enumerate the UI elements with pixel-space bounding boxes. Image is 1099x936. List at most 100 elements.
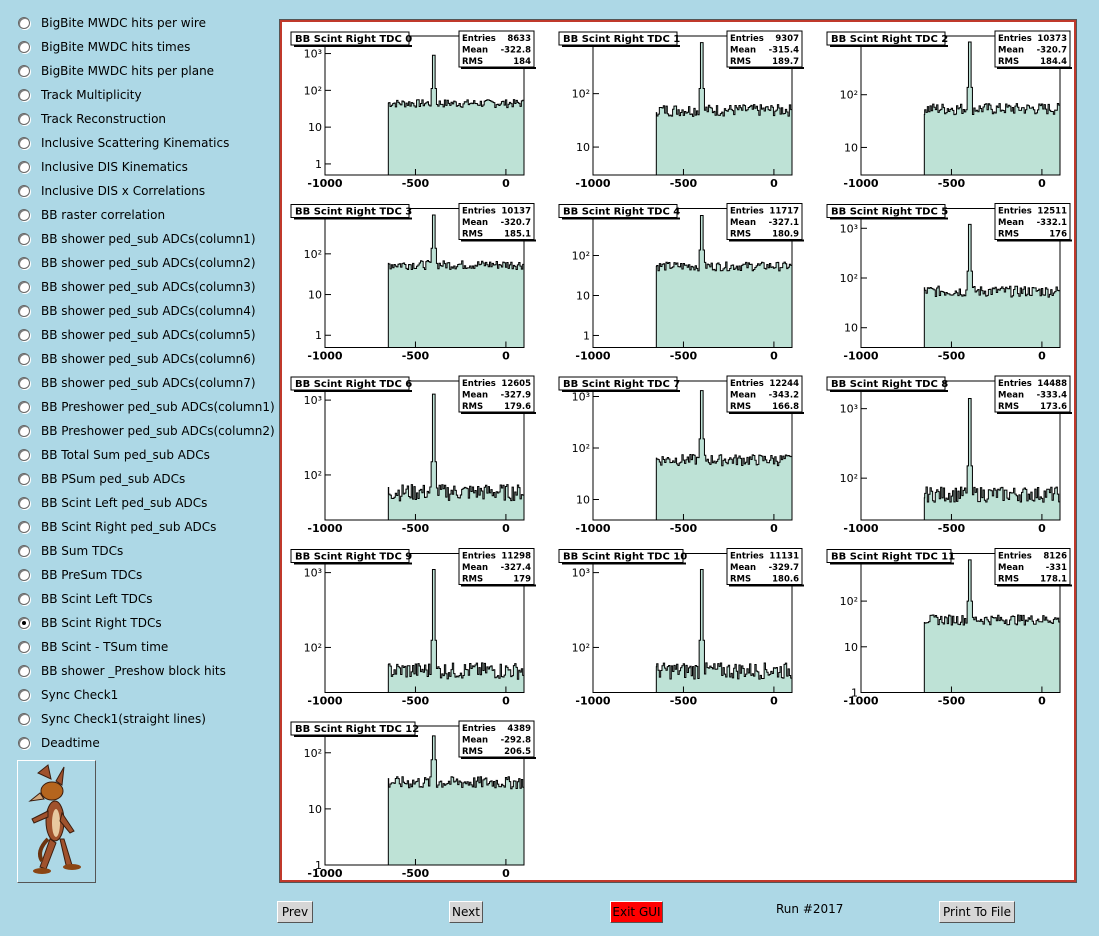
radio-button[interactable]: [18, 425, 30, 437]
display-option-9[interactable]: BB shower ped_sub ADCs(column1): [15, 227, 277, 251]
x-tick-label: -500: [670, 695, 698, 708]
x-tick-label: -500: [402, 695, 430, 708]
stats-value: 14488: [1037, 379, 1067, 389]
radio-button[interactable]: [18, 209, 30, 221]
y-tick-label: 1: [315, 158, 322, 171]
stats-key: Entries: [462, 724, 496, 734]
radio-button[interactable]: [18, 161, 30, 173]
stats-box-shadow: [461, 412, 536, 414]
radio-button[interactable]: [18, 521, 30, 533]
display-option-15[interactable]: BB shower ped_sub ADCs(column7): [15, 371, 277, 395]
display-option-16[interactable]: BB Preshower ped_sub ADCs(column1): [15, 395, 277, 419]
stats-value: 180.6: [772, 575, 799, 585]
radio-button[interactable]: [18, 233, 30, 245]
radio-button[interactable]: [18, 17, 30, 29]
x-tick-label: -1000: [843, 522, 879, 535]
exit-gui-button[interactable]: Exit GUI: [610, 901, 663, 923]
radio-button[interactable]: [18, 569, 30, 581]
radio-button[interactable]: [18, 473, 30, 485]
radio-button[interactable]: [18, 89, 30, 101]
display-option-13[interactable]: BB shower ped_sub ADCs(column5): [15, 323, 277, 347]
display-option-19[interactable]: BB PSum ped_sub ADCs: [15, 467, 277, 491]
display-option-11[interactable]: BB shower ped_sub ADCs(column3): [15, 275, 277, 299]
display-option-0[interactable]: BigBite MWDC hits per wire: [15, 11, 277, 35]
histogram-fill: [924, 398, 1060, 520]
radio-button[interactable]: [18, 329, 30, 341]
display-option-6[interactable]: Inclusive DIS Kinematics: [15, 155, 277, 179]
display-option-label: BB Total Sum ped_sub ADCs: [41, 448, 210, 462]
next-button[interactable]: Next: [449, 901, 483, 923]
display-option-label: BB shower ped_sub ADCs(column6): [41, 352, 256, 366]
x-tick-label: -500: [670, 522, 698, 535]
display-option-20[interactable]: BB Scint Left ped_sub ADCs: [15, 491, 277, 515]
display-option-label: BB shower ped_sub ADCs(column3): [41, 280, 256, 294]
y-tick-label: 1: [315, 329, 322, 342]
stats-value: 189.7: [772, 57, 799, 67]
display-option-26[interactable]: BB Scint - TSum time: [15, 635, 277, 659]
stats-key: Entries: [730, 379, 764, 389]
radio-button[interactable]: [18, 401, 30, 413]
radio-button[interactable]: [18, 737, 30, 749]
radio-button[interactable]: [18, 305, 30, 317]
stats-box-shadow: [461, 239, 536, 242]
radio-button[interactable]: [18, 689, 30, 701]
histogram-title: BB Scint Right TDC 4: [563, 207, 680, 218]
radio-button[interactable]: [18, 41, 30, 53]
histogram-panel: -1000 -500 0 10 10² 10³BB Scint Right TDC 7 En…: [558, 375, 804, 535]
radio-button[interactable]: [18, 449, 30, 461]
y-tick-label: 10²: [840, 472, 858, 485]
stats-key: RMS: [730, 57, 751, 67]
display-option-4[interactable]: Track Reconstruction: [15, 107, 277, 131]
display-option-label: Inclusive DIS x Correlations: [41, 184, 206, 198]
display-option-27[interactable]: BB shower _Preshow block hits: [15, 659, 277, 683]
radio-button[interactable]: [18, 257, 30, 269]
display-option-label: Track Reconstruction: [41, 112, 167, 126]
display-option-30[interactable]: Deadtime: [15, 731, 277, 755]
y-tick-label: 10³: [304, 394, 322, 407]
radio-button[interactable]: [18, 137, 30, 149]
radio-button[interactable]: [18, 497, 30, 509]
stats-value: -322.8: [501, 46, 531, 56]
y-tick-label: 10²: [572, 250, 590, 263]
display-option-3[interactable]: Track Multiplicity: [15, 83, 277, 107]
radio-button[interactable]: [18, 113, 30, 125]
radio-button[interactable]: [18, 593, 30, 605]
display-option-7[interactable]: Inclusive DIS x Correlations: [15, 179, 277, 203]
display-option-21[interactable]: BB Scint Right ped_sub ADCs: [15, 515, 277, 539]
display-option-5[interactable]: Inclusive Scattering Kinematics: [15, 131, 277, 155]
radio-button[interactable]: [18, 545, 30, 557]
display-option-label: Sync Check1(straight lines): [41, 712, 206, 726]
display-option-22[interactable]: BB Sum TDCs: [15, 539, 277, 563]
radio-button[interactable]: [18, 185, 30, 197]
prev-button[interactable]: Prev: [277, 901, 313, 923]
radio-button[interactable]: [18, 617, 30, 629]
x-tick-label: 0: [1038, 522, 1046, 535]
y-tick-label: 10²: [304, 248, 322, 261]
radio-button[interactable]: [18, 65, 30, 77]
print-to-file-button[interactable]: Print To File: [939, 901, 1015, 923]
radio-button[interactable]: [18, 713, 30, 725]
radio-button[interactable]: [18, 281, 30, 293]
display-option-24[interactable]: BB Scint Left TDCs: [15, 587, 277, 611]
radio-button[interactable]: [18, 353, 30, 365]
radio-button[interactable]: [18, 377, 30, 389]
radio-button[interactable]: [18, 641, 30, 653]
display-option-25[interactable]: BB Scint Right TDCs: [15, 611, 277, 635]
histogram-panel: -1000 -500 0 10² 10³ BB Scint Right TDC 6 Entr…: [290, 375, 536, 535]
display-option-28[interactable]: Sync Check1: [15, 683, 277, 707]
display-option-label: Sync Check1: [41, 688, 119, 702]
histogram-panel: -1000-500011010²10³BB Scint Right TDC 4E…: [558, 203, 804, 363]
display-option-17[interactable]: BB Preshower ped_sub ADCs(column2): [15, 419, 277, 443]
display-option-14[interactable]: BB shower ped_sub ADCs(column6): [15, 347, 277, 371]
display-option-12[interactable]: BB shower ped_sub ADCs(column4): [15, 299, 277, 323]
display-option-8[interactable]: BB raster correlation: [15, 203, 277, 227]
display-option-29[interactable]: Sync Check1(straight lines): [15, 707, 277, 731]
display-option-1[interactable]: BigBite MWDC hits times: [15, 35, 277, 59]
display-option-2[interactable]: BigBite MWDC hits per plane: [15, 59, 277, 83]
radio-button[interactable]: [18, 665, 30, 677]
x-tick-label: -1000: [575, 695, 611, 708]
display-option-18[interactable]: BB Total Sum ped_sub ADCs: [15, 443, 277, 467]
display-option-23[interactable]: BB PreSum TDCs: [15, 563, 277, 587]
title-box-shadow: [562, 390, 680, 392]
display-option-10[interactable]: BB shower ped_sub ADCs(column2): [15, 251, 277, 275]
